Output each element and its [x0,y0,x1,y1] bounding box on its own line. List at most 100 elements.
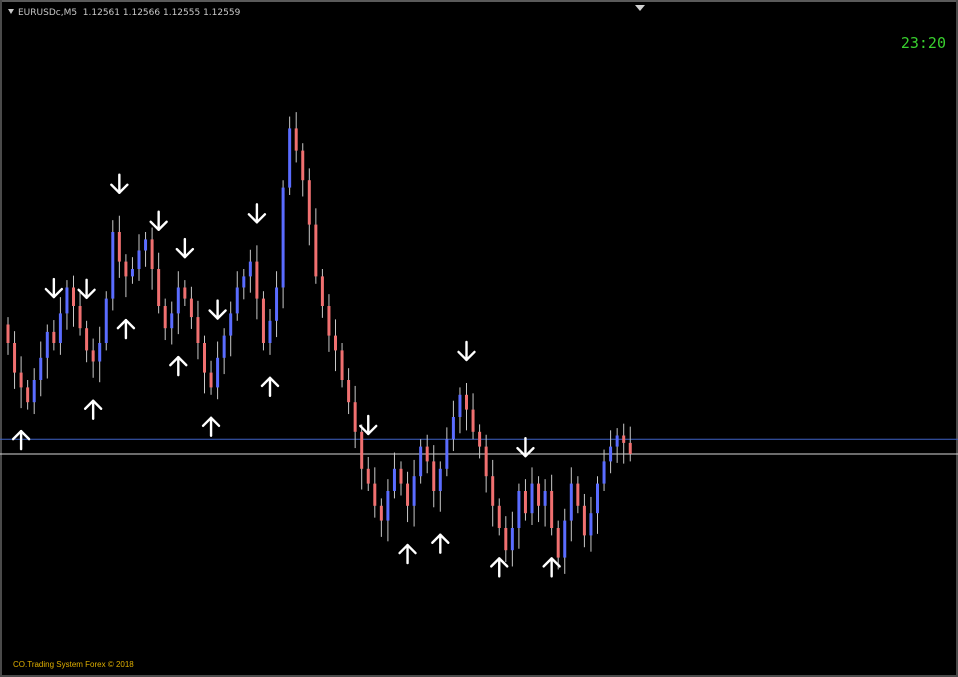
candle-bear [320,276,324,306]
candle-bear [261,298,265,343]
candle-bull [596,483,599,514]
open-price: 1.12561 [82,8,121,18]
candle-bull [386,491,390,521]
low-price: 1.12555 [162,8,201,18]
candle-bull [275,287,279,321]
chart-window[interactable]: EURUSDc,M5 1.12561 1.12566 1.12555 1.125… [0,0,958,677]
candle-bull [589,513,593,536]
candle-bull [438,468,442,491]
candle-bear [307,180,311,225]
price-chart[interactable] [0,0,958,677]
candle-bull [530,483,534,514]
sell-signal-arrow-icon [516,436,535,458]
candle-bear [347,380,351,403]
candle-bear [478,431,482,447]
candle-bear [314,224,318,277]
candle-bear [203,343,206,373]
candle-bear [334,335,337,351]
buy-signal-arrow-icon [116,318,136,340]
symbol-name: EURUSDc,M5 [18,8,78,18]
candle-bull [268,320,272,343]
candle-bear [72,287,75,306]
sell-signal-arrow-icon [457,340,476,362]
candle-bear [340,350,344,380]
candle-bear [19,372,23,388]
candle-bull [543,491,547,506]
buy-signal-arrow-icon [83,399,103,420]
sell-signal-arrow-icon [359,414,378,436]
candle-bull [45,331,49,358]
candle-bull [130,269,134,277]
candle-bear [117,232,121,262]
candle-bull [235,287,239,314]
candle-bear [163,306,167,329]
buy-signal-arrow-icon [431,533,450,554]
sell-signal-arrow-icon [175,237,195,259]
candle-bull [609,446,613,462]
candle-bear [504,528,508,551]
candle-bear [360,431,364,469]
candle-bear [471,409,475,432]
sell-signal-arrow-icon [247,203,267,224]
symbol-bar: EURUSDc,M5 1.12561 1.12566 1.12555 1.125… [8,8,240,18]
candle-bear [576,483,580,506]
buy-signal-arrow-icon [490,557,509,578]
chart-shift-marker-icon[interactable] [635,5,645,11]
candle-bull [248,261,252,277]
candle-bull [58,313,62,343]
candle-bull [569,483,573,521]
candle-bull [510,528,514,551]
candle-bear [157,269,161,306]
candle-bull [39,357,43,380]
candle-bull [65,287,69,314]
candle-bear [78,306,82,329]
candle-bear [209,372,213,388]
candle-bull [445,439,449,469]
candle-bear [432,461,436,491]
candle-bull [563,520,567,558]
high-price: 1.12566 [122,8,161,18]
candle-bear [406,483,410,506]
candle-bear [556,528,560,558]
sell-signal-arrow-icon [77,278,96,299]
candle-bear [301,150,305,181]
candle-bear [189,298,193,318]
candle-bull [419,446,423,477]
candle-bear [150,239,154,269]
sell-signal-arrow-icon [149,210,168,231]
candle-bear [85,328,89,351]
candle-bear [491,476,495,506]
candle-bull [98,343,102,362]
buy-signal-arrow-icon [169,355,188,377]
candle-bear [425,446,429,462]
candle-bull [392,468,396,491]
copyright-label: CO.Trading System Forex © 2018 [13,660,134,669]
candle-bear [26,387,30,403]
candle-bear [124,261,128,277]
candle-bull [216,357,220,388]
candle-bear [13,343,17,373]
candle-bear [622,435,626,443]
symbol-menu-icon[interactable] [8,9,14,14]
candle-bear [353,402,357,432]
candle-bull [137,250,141,269]
buy-signal-arrow-icon [542,557,561,578]
candle-bear [484,446,488,477]
candle-bull [111,232,115,299]
candle-bear [183,287,187,299]
candle-bull [281,187,285,288]
candle-bull [412,476,416,506]
candle-bull [222,335,226,358]
buy-signal-arrow-icon [260,376,280,398]
candle-bear [91,350,95,362]
candle-bear [628,442,632,454]
candle-bear [373,483,377,506]
candle-bear [497,505,501,528]
sell-signal-arrow-icon [44,277,64,299]
candle-bear [550,491,554,528]
close-price: 1.12559 [203,8,241,18]
candle-bear [294,128,298,151]
candle-bull [517,491,521,528]
candle-bear [582,505,586,536]
candle-bull [602,461,606,484]
